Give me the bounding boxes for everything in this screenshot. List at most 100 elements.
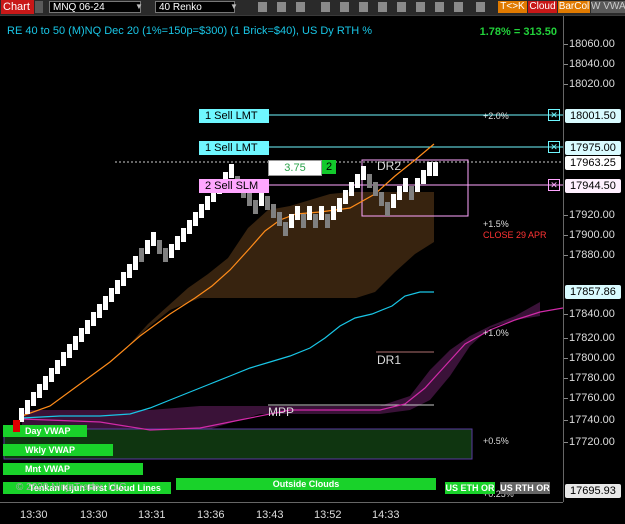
renko-up-brick <box>361 166 366 180</box>
order-count-badge[interactable]: 2 <box>322 160 336 174</box>
indicators-icon[interactable] <box>340 2 349 12</box>
renko-down-brick <box>379 192 384 206</box>
time-axis[interactable]: 13:30 13:30 13:31 13:36 13:43 13:52 14:3… <box>0 502 563 524</box>
cancel-sell-lmt-1-close-icon[interactable]: ✕ <box>548 109 560 121</box>
pct-plus-2-label: +2.0% <box>483 111 509 121</box>
red-brick-marker <box>13 420 20 432</box>
price-tick: 17760.00 <box>564 392 615 404</box>
vwap-toggle-button[interactable]: W VWA <box>591 1 625 13</box>
link-icon[interactable] <box>476 2 485 12</box>
renko-down-brick <box>283 222 288 236</box>
renko-up-brick <box>337 198 342 212</box>
price-tick: 17780.00 <box>564 372 615 384</box>
renko-up-brick <box>289 214 294 228</box>
templates-icon[interactable] <box>397 2 406 12</box>
renko-up-brick <box>49 368 54 382</box>
bar-type-selector[interactable]: 40 Renko <box>155 1 235 13</box>
renko-up-brick <box>349 182 354 196</box>
renko-down-brick <box>385 202 390 216</box>
data-box-icon[interactable] <box>435 2 444 12</box>
barcol-toggle-button[interactable]: BarCol <box>558 1 590 13</box>
price-tick: 17900.00 <box>564 229 615 241</box>
renko-up-brick <box>97 304 102 318</box>
renko-down-brick <box>247 192 252 206</box>
renko-up-brick <box>169 244 174 258</box>
renko-up-brick <box>31 392 36 406</box>
renko-down-brick <box>265 196 270 210</box>
bottom-price-label: 17695.93 <box>565 484 621 498</box>
renko-down-brick <box>373 182 378 196</box>
renko-up-brick <box>415 178 420 192</box>
renko-up-brick <box>151 232 156 246</box>
renko-up-brick <box>85 320 90 334</box>
renko-down-brick <box>163 248 168 262</box>
chart-menu-button[interactable]: Chart <box>1 0 34 14</box>
price-tick: 17880.00 <box>564 249 615 261</box>
time-tick: 13:52 <box>314 509 342 521</box>
cloud-toggle-button[interactable]: Cloud <box>528 1 557 13</box>
us-eth-or-button[interactable]: US ETH OR <box>445 482 495 494</box>
renko-down-brick <box>367 174 372 188</box>
renko-up-brick <box>73 336 78 350</box>
draw-tool-icon[interactable] <box>258 2 267 12</box>
order-quantity-field[interactable]: 3.75 <box>268 160 322 176</box>
renko-up-brick <box>343 190 348 204</box>
strategies-icon[interactable] <box>359 2 368 12</box>
sell-lmt-2-price-label: 17975.00 <box>565 141 621 155</box>
time-tick: 14:33 <box>372 509 400 521</box>
renko-up-brick <box>229 164 234 178</box>
renko-up-brick <box>43 376 48 390</box>
renko-up-brick <box>145 240 150 254</box>
renko-up-brick <box>103 296 108 310</box>
renko-down-brick <box>277 212 282 226</box>
renko-down-brick <box>271 204 276 218</box>
price-tick: 17800.00 <box>564 352 615 364</box>
renko-up-brick <box>55 360 60 374</box>
bar-type-dropdown-chevron-icon[interactable]: ▼ <box>230 1 240 13</box>
price-tick: 18040.00 <box>564 58 615 70</box>
pct-plus-1-label: +1.0% <box>483 328 509 338</box>
renko-up-brick <box>427 162 432 176</box>
renko-up-brick <box>127 264 132 278</box>
instrument-selector[interactable]: MNQ 06-24 <box>49 1 141 13</box>
sell-lmt-order-2[interactable]: 1 Sell LMT <box>199 141 269 155</box>
renko-down-brick <box>313 214 318 228</box>
cyan-line-price-label: 17857.86 <box>565 285 621 299</box>
crosshair-icon[interactable] <box>296 2 305 12</box>
us-rth-or-button[interactable]: US RTH OR <box>500 482 550 494</box>
renko-down-brick <box>301 214 306 228</box>
weekly-vwap-button[interactable]: Wkly VWAP <box>3 444 113 456</box>
zoom-icon[interactable] <box>321 2 330 12</box>
renko-up-brick <box>115 280 120 294</box>
chart-trader-icon[interactable] <box>378 2 387 12</box>
outside-clouds-button[interactable]: Outside Clouds <box>176 478 436 490</box>
snapshot-icon[interactable] <box>454 2 463 12</box>
sell-lmt-1-price-label: 18001.50 <box>565 109 621 123</box>
renko-up-brick <box>397 186 402 200</box>
price-tick: 18020.00 <box>564 78 615 90</box>
mpp-label: MPP <box>268 405 295 419</box>
dr1-label: DR1 <box>377 353 402 367</box>
cancel-sell-slm-close-icon[interactable]: ✕ <box>548 179 560 191</box>
renko-up-brick <box>259 192 264 206</box>
properties-icon[interactable] <box>416 2 425 12</box>
pointer-tool-icon[interactable] <box>277 2 286 12</box>
time-tick: 13:31 <box>138 509 166 521</box>
tk-toggle-button[interactable]: T<>K <box>498 1 527 13</box>
time-tick: 13:30 <box>80 509 108 521</box>
sell-slm-order[interactable]: 2 Sell SLM <box>199 179 269 193</box>
renko-up-brick <box>433 162 438 176</box>
cancel-sell-lmt-2-close-icon[interactable]: ✕ <box>548 141 560 153</box>
pct-plus-0-5-label: +0.5% <box>483 436 509 446</box>
instrument-dropdown-chevron-icon[interactable]: ▼ <box>135 1 145 13</box>
renko-up-brick <box>193 212 198 226</box>
sell-lmt-order-1[interactable]: 1 Sell LMT <box>199 109 269 123</box>
sell-slm-price-label: 17944.50 <box>565 179 621 193</box>
chart-window: Chart MNQ 06-24 ▼ 40 Renko ▼ T<>K Cloud … <box>0 0 625 524</box>
renko-up-brick <box>187 220 192 234</box>
price-axis[interactable]: 18060.00 18040.00 18020.00 17920.00 1790… <box>563 16 625 502</box>
renko-up-brick <box>181 228 186 242</box>
renko-up-brick <box>61 352 66 366</box>
monthly-vwap-button[interactable]: Mnt VWAP <box>3 463 143 475</box>
renko-up-brick <box>403 178 408 192</box>
